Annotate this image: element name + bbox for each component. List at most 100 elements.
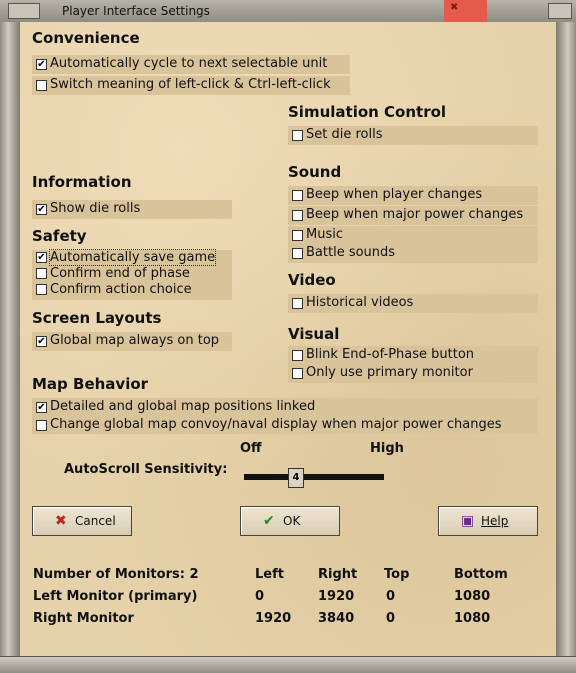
autoscroll-slider-thumb[interactable]: 4: [288, 468, 304, 488]
table-cell: 1080: [454, 611, 491, 626]
checkbox-label: Automatically save game: [48, 249, 217, 266]
window-title: Player Interface Settings: [62, 4, 210, 18]
checkbox-row[interactable]: Music: [288, 226, 538, 245]
checkbox-row[interactable]: ✔ Show die rolls: [32, 200, 232, 219]
checkbox-label: Automatically cycle to next selectable u…: [50, 56, 328, 71]
checkbox-label: Change global map convoy/naval display w…: [50, 417, 502, 432]
checkbox-label: Blink End-of-Phase button: [306, 347, 475, 362]
checkbox[interactable]: [292, 298, 303, 309]
help-button[interactable]: ▣ Help: [438, 506, 538, 536]
checkbox[interactable]: [36, 268, 47, 279]
table-cell: 0: [255, 589, 265, 604]
checkbox-label: Detailed and global map positions linked: [50, 399, 316, 414]
col-top-header: Top: [384, 567, 410, 582]
slider-min-label: Off: [240, 441, 262, 456]
checkbox-row[interactable]: Historical videos: [288, 294, 538, 313]
checkbox[interactable]: ✔: [36, 204, 47, 215]
checkbox-label: Show die rolls: [50, 201, 141, 216]
checkbox-row[interactable]: Change global map convoy/naval display w…: [32, 416, 538, 434]
checkbox-label: Only use primary monitor: [306, 365, 473, 380]
table-cell: Left Monitor (primary): [33, 589, 198, 604]
title-bar[interactable]: Player Interface Settings ✖: [0, 0, 576, 23]
checkbox-label: Historical videos: [306, 295, 414, 310]
cancel-button[interactable]: ✖ Cancel: [32, 506, 132, 536]
checkbox-row[interactable]: Set die rolls: [288, 126, 538, 145]
screen-layouts-heading: Screen Layouts: [32, 309, 162, 327]
table-cell: 1920: [255, 611, 292, 626]
autoscroll-slider-track[interactable]: [244, 474, 384, 480]
checkbox-label: Switch meaning of left-click & Ctrl-left…: [50, 77, 331, 92]
frame-left: [0, 22, 20, 656]
ok-button-label: OK: [283, 514, 301, 528]
checkbox-row[interactable]: ✔ Automatically save game: [32, 249, 232, 266]
table-cell: 0: [386, 589, 396, 604]
checkbox-label: Global map always on top: [50, 333, 220, 348]
col-bottom-header: Bottom: [454, 567, 508, 582]
checkbox-row[interactable]: Beep when player changes: [288, 186, 538, 205]
checkbox[interactable]: ✔: [36, 402, 47, 413]
simulation-heading: Simulation Control: [288, 103, 447, 121]
close-button[interactable]: ✖: [444, 0, 487, 22]
cancel-button-label: Cancel: [75, 514, 116, 528]
table-cell: 0: [386, 611, 396, 626]
checkbox-label: Music: [306, 227, 343, 242]
checkbox-row[interactable]: ✔ Global map always on top: [32, 332, 232, 351]
help-button-label: Help: [481, 514, 509, 528]
safety-heading: Safety: [32, 227, 87, 245]
checkbox-row[interactable]: ✔ Detailed and global map positions link…: [32, 398, 538, 416]
checkbox-label: Set die rolls: [306, 127, 383, 142]
checkbox-label: Beep when major power changes: [306, 207, 524, 222]
checkbox[interactable]: [292, 130, 303, 141]
checkbox-row[interactable]: Switch meaning of left-click & Ctrl-left…: [32, 76, 350, 95]
window-menu-icon[interactable]: [8, 3, 40, 19]
checkbox-row[interactable]: ✔ Automatically cycle to next selectable…: [32, 55, 350, 74]
monitor-count-header: Number of Monitors: 2: [33, 567, 199, 582]
table-cell: 3840: [318, 611, 355, 626]
checkbox[interactable]: [292, 350, 303, 361]
col-left-header: Left: [255, 567, 284, 582]
slider-max-label: High: [370, 441, 404, 456]
checkbox-row[interactable]: Battle sounds: [288, 244, 538, 263]
checkbox-row[interactable]: Beep when major power changes: [288, 206, 538, 225]
table-cell: 1080: [454, 589, 491, 604]
table-cell: Right Monitor: [33, 611, 134, 626]
settings-window: Player Interface Settings ✖ Convenience …: [0, 0, 576, 673]
convenience-heading: Convenience: [32, 29, 140, 47]
checkbox[interactable]: [36, 284, 47, 295]
checkbox-row[interactable]: Confirm action choice: [32, 282, 232, 300]
checkbox-row[interactable]: Only use primary monitor: [288, 364, 538, 383]
checkbox-row[interactable]: Blink End-of-Phase button: [288, 346, 538, 365]
frame-bottom: [0, 656, 576, 673]
checkbox[interactable]: ✔: [36, 252, 47, 263]
window-control-icon[interactable]: [548, 3, 572, 19]
book-icon: ▣: [461, 513, 475, 529]
checkbox-label: Confirm action choice: [50, 282, 192, 297]
table-cell: 1920: [318, 589, 355, 604]
checkbox[interactable]: [292, 368, 303, 379]
checkbox-label: Confirm end of phase: [50, 266, 190, 281]
close-icon: ✖: [450, 2, 459, 13]
col-right-header: Right: [318, 567, 358, 582]
checkbox[interactable]: [36, 420, 47, 431]
map-behavior-heading: Map Behavior: [32, 375, 149, 393]
checkbox[interactable]: [292, 248, 303, 259]
checkbox[interactable]: ✔: [36, 59, 47, 70]
video-heading: Video: [288, 271, 336, 289]
ok-button[interactable]: ✔ OK: [240, 506, 340, 536]
checkbox[interactable]: [36, 80, 47, 91]
checkbox-label: Battle sounds: [306, 245, 396, 260]
checkbox-row[interactable]: Confirm end of phase: [32, 266, 232, 282]
checkbox-label: Beep when player changes: [306, 187, 483, 202]
checkbox[interactable]: [292, 210, 303, 221]
checkbox[interactable]: [292, 190, 303, 201]
visual-heading: Visual: [288, 325, 340, 343]
checkbox[interactable]: [292, 230, 303, 241]
sound-heading: Sound: [288, 163, 342, 181]
frame-right: [556, 22, 576, 656]
information-heading: Information: [32, 173, 132, 191]
settings-content: Convenience ✔ Automatically cycle to nex…: [20, 22, 556, 656]
checkmark-icon: ✔: [263, 513, 275, 529]
autoscroll-label: AutoScroll Sensitivity:: [64, 462, 228, 477]
cancel-x-icon: ✖: [55, 513, 67, 529]
checkbox[interactable]: ✔: [36, 336, 47, 347]
